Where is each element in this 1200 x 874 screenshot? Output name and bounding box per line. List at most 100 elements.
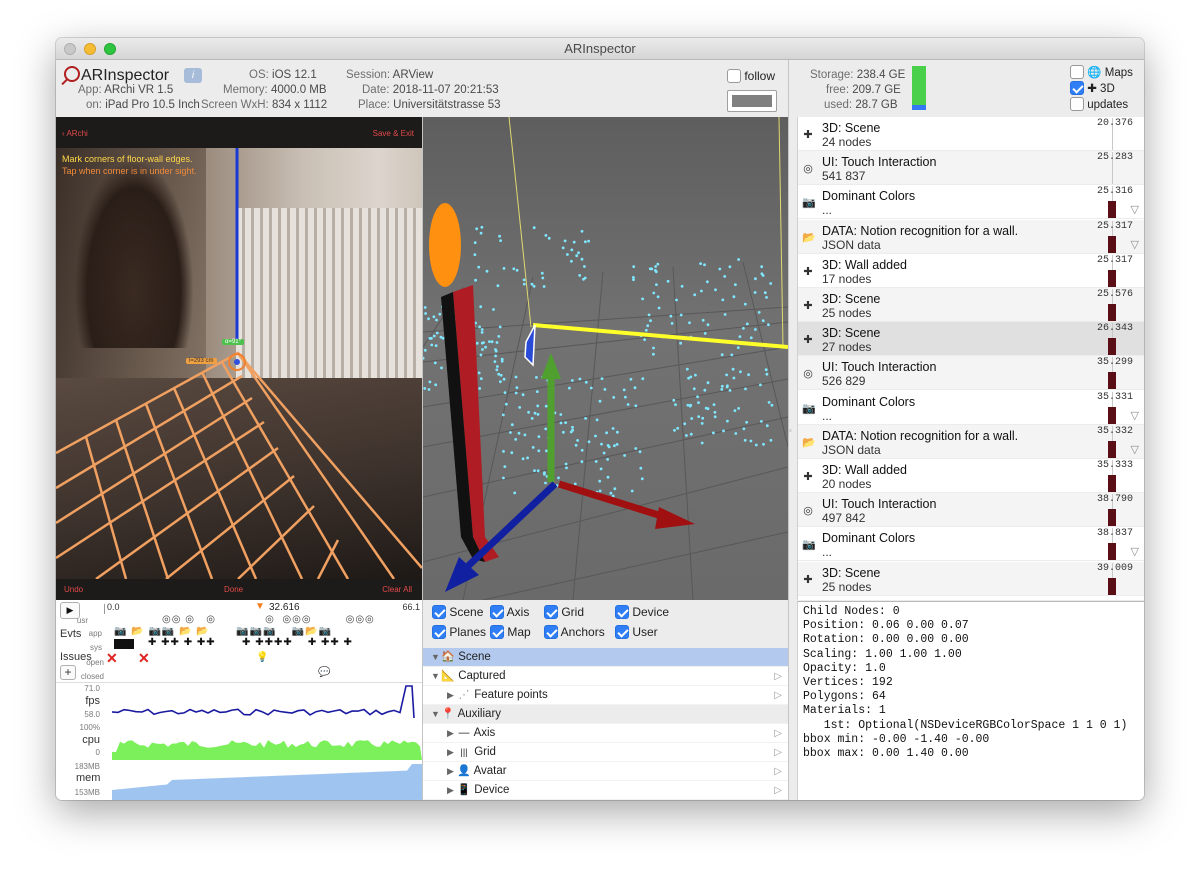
tree-item-axis[interactable]: ▶ — Axis ▷ — [423, 724, 788, 743]
event-row[interactable]: 📷 Dominant Colors... 38.837 ▽ — [798, 527, 1144, 562]
back-button[interactable]: ‹ ARchi — [62, 129, 88, 138]
expand-triangle-icon[interactable]: ▽ — [1131, 409, 1139, 422]
event-row[interactable]: ◎ UI: Touch Interaction 497 842 38.790 — [798, 493, 1144, 528]
expand-triangle-icon[interactable]: ▽ — [1131, 238, 1139, 251]
map-toggle[interactable]: Map — [490, 625, 531, 639]
disclosure-closed-icon[interactable]: ▶ — [447, 724, 457, 743]
maps-toggle[interactable]: 🌐 Maps — [1070, 65, 1133, 79]
event-row[interactable]: ✚ 3D: Scene 25 nodes 25.576 — [798, 288, 1144, 322]
event-lanes[interactable]: ◎◎ ◎ ◎ ◎ ◎◎◎ ◎◎◎ 📷 📂 📷📷 📂 📂 📷📷📷 📷📂📷 ✚ ✚✚… — [104, 614, 420, 652]
planes-toggle[interactable]: Planes — [432, 625, 486, 639]
axis-toggle[interactable]: Axis — [490, 605, 529, 619]
feature-point — [503, 465, 507, 468]
event-row[interactable]: ◎ UI: Touch Interaction 541 837 25.283 — [798, 151, 1144, 186]
threed-checkbox[interactable] — [1070, 81, 1084, 95]
disclosure-closed-icon[interactable]: ▶ — [447, 762, 457, 781]
splitter-handle-icon[interactable]: ◦ — [789, 426, 792, 435]
minimize-window-button[interactable] — [84, 43, 96, 55]
chevron-right-icon[interactable]: ▷ — [774, 781, 782, 800]
threed-toggle[interactable]: ✚ 3D — [1070, 81, 1115, 95]
feature-point — [478, 325, 481, 329]
undo-button[interactable]: Undo — [64, 585, 83, 594]
disclosure-open-icon[interactable]: ▼ — [431, 705, 441, 724]
feature-point — [605, 431, 608, 435]
event-row[interactable]: ✚ 3D: Scene 25 nodes 39.009 — [798, 561, 1144, 596]
tree-item-feature-points[interactable]: ▶ ⋰ Feature points ▷ — [423, 686, 788, 705]
chevron-right-icon[interactable]: ▷ — [774, 743, 782, 762]
expand-triangle-icon[interactable]: ▽ — [1131, 203, 1139, 216]
chevron-right-icon[interactable]: ▷ — [774, 686, 782, 705]
disclosure-closed-icon[interactable]: ▶ — [447, 743, 457, 762]
pane-divider[interactable] — [422, 117, 423, 800]
done-button[interactable]: Done — [224, 585, 243, 594]
event-row[interactable]: 📂 DATA: Notion recognition for a wall. JSO… — [798, 219, 1144, 254]
device-checkbox[interactable] — [615, 605, 629, 619]
tree-item-avatar[interactable]: ▶ 👤 Avatar ▷ — [423, 762, 788, 781]
event-row[interactable]: ✚ 3D: Wall added 17 nodes 25.317 — [798, 254, 1144, 288]
grid-toggle[interactable]: Grid — [544, 605, 584, 619]
background-color-well[interactable] — [727, 90, 777, 112]
event-row[interactable]: ✚ 3D: Scene 24 nodes 20.376 — [798, 117, 1144, 151]
feature-point — [479, 231, 483, 235]
scene-checkbox[interactable] — [432, 605, 446, 619]
chevron-right-icon[interactable]: ▷ — [774, 762, 782, 781]
disclosure-open-icon[interactable]: ▼ — [431, 648, 441, 667]
feature-point — [770, 403, 774, 407]
issue-x-icon[interactable]: ✕ — [106, 650, 118, 667]
zoom-window-button[interactable] — [104, 43, 116, 55]
planes-checkbox[interactable] — [432, 625, 446, 639]
feature-point — [504, 402, 508, 406]
chevron-right-icon[interactable]: ▷ — [774, 724, 782, 743]
axis-checkbox[interactable] — [490, 605, 504, 619]
device-toggle[interactable]: Device — [615, 605, 669, 619]
timeline-ruler[interactable]: 0.0 ▼ 32.616 66.1 — [104, 601, 420, 614]
chevron-right-icon[interactable]: ▷ — [774, 667, 782, 686]
event-row[interactable]: 📷 Dominant Colors... 25.316 ▽ — [798, 185, 1144, 220]
user-checkbox[interactable] — [615, 625, 629, 639]
add-issue-button[interactable]: + — [60, 665, 76, 680]
feature-point — [578, 377, 582, 381]
feature-point — [544, 404, 548, 408]
follow-toggle[interactable]: follow — [727, 69, 775, 83]
device-screen-view[interactable]: ‹ ARchi Save & Exit Mark corners of floo… — [56, 117, 422, 600]
save-exit-button[interactable]: Save & Exit — [373, 129, 414, 138]
event-row[interactable]: 📂 DATA: Notion recognition for a wall. JSO… — [798, 424, 1144, 459]
tree-item-grid[interactable]: ▶ ||| Grid ▷ — [423, 743, 788, 762]
event-row[interactable]: ◎ UI: Touch Interaction 526 829 35.299 — [798, 356, 1144, 391]
timeline-marker-icon[interactable]: ▼ — [255, 601, 265, 612]
tree-item-device[interactable]: ▶ 📱 Device ▷ — [423, 781, 788, 800]
disclosure-open-icon[interactable]: ▼ — [431, 667, 441, 686]
feature-point — [606, 458, 609, 461]
issue-x-icon[interactable]: ✕ — [138, 650, 150, 667]
expand-triangle-icon[interactable]: ▽ — [1131, 545, 1139, 558]
lightbulb-icon[interactable]: 💡 — [256, 652, 268, 663]
info-button[interactable]: i — [184, 68, 202, 83]
scene-3d-view[interactable] — [423, 117, 788, 600]
tree-item-scene[interactable]: ▼🏠 Scene — [423, 648, 788, 667]
close-window-button[interactable] — [64, 43, 76, 55]
event-row[interactable]: 📷 Dominant Colors... 35.331 ▽ — [798, 391, 1144, 425]
grid-checkbox[interactable] — [544, 605, 558, 619]
feature-point — [686, 403, 690, 407]
event-row[interactable]: ✚ 3D: Wall added 20 nodes 35.333 — [798, 459, 1144, 493]
anchors-checkbox[interactable] — [544, 625, 558, 639]
user-toggle[interactable]: User — [615, 625, 658, 639]
anchors-toggle[interactable]: Anchors — [544, 625, 605, 639]
title-bar[interactable]: ARInspector — [56, 38, 1144, 60]
map-checkbox[interactable] — [490, 625, 504, 639]
updates-toggle[interactable]: updates — [1070, 97, 1128, 111]
tree-item-auxiliary[interactable]: ▼📍 Auxiliary — [423, 705, 788, 724]
anchors-toggle-label: Anchors — [560, 625, 605, 639]
clear-all-button[interactable]: Clear All — [382, 585, 412, 594]
event-row[interactable]: ✚ 3D: Scene 27 nodes 26.343 — [798, 322, 1144, 357]
feature-point — [570, 379, 574, 382]
maps-checkbox[interactable] — [1070, 65, 1084, 79]
expand-triangle-icon[interactable]: ▽ — [1131, 443, 1139, 456]
follow-checkbox[interactable] — [727, 69, 741, 83]
disclosure-closed-icon[interactable]: ▶ — [447, 686, 457, 705]
tree-item-captured[interactable]: ▼📐 Captured ▷ — [423, 667, 788, 686]
updates-checkbox[interactable] — [1070, 97, 1084, 111]
scene-toggle[interactable]: Scene — [432, 605, 483, 619]
disclosure-closed-icon[interactable]: ▶ — [447, 781, 457, 800]
comment-icon[interactable]: 💬 — [318, 667, 330, 678]
